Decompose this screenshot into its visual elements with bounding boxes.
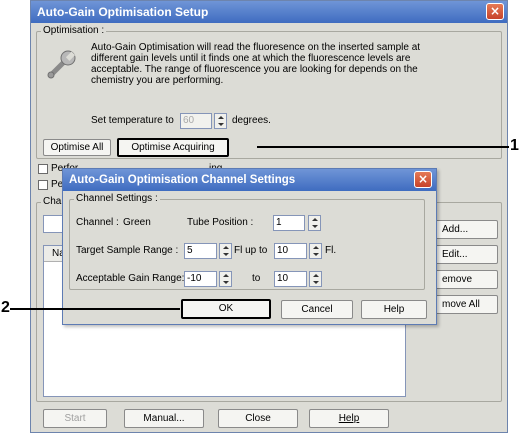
channel-value: Green	[123, 217, 151, 228]
description-text: Auto-Gain Optimisation will read the flu…	[91, 42, 421, 86]
fl-label: Fl.	[325, 245, 337, 256]
callout-1: 1	[510, 137, 519, 154]
manual-button[interactable]: Manual...	[124, 409, 204, 428]
target-max-field[interactable]: 10	[274, 243, 307, 259]
channel-help-button[interactable]: Help	[361, 300, 427, 319]
target-range-label: Target Sample Range :	[76, 245, 179, 256]
channel-label: Channel :	[76, 217, 119, 228]
target-max-spinner[interactable]	[309, 243, 322, 259]
close-button[interactable]: Close	[218, 409, 298, 428]
perform-checkbox-1[interactable]	[38, 164, 48, 174]
gain-min-field[interactable]: -10	[184, 271, 217, 287]
callout-line-1	[257, 146, 509, 148]
channel-dialog-title: Auto-Gain Optimisation Channel Settings	[63, 169, 436, 191]
gain-range-label: Acceptable Gain Range:	[76, 273, 185, 284]
temperature-spinner[interactable]	[214, 113, 227, 129]
degrees-label: degrees.	[232, 115, 271, 126]
target-min-field[interactable]: 5	[184, 243, 217, 259]
tube-position-field[interactable]: 1	[273, 215, 305, 231]
ok-button[interactable]: OK	[181, 299, 271, 319]
fl-up-to-label: Fl up to	[234, 245, 268, 256]
add-button[interactable]: Add...	[433, 220, 498, 239]
tube-position-spinner[interactable]	[308, 215, 321, 231]
optimise-acquiring-button[interactable]: Optimise Acquiring	[117, 138, 229, 157]
remove-all-button[interactable]: move All	[433, 295, 498, 314]
callout-line-2	[10, 308, 180, 310]
callout-2: 2	[1, 299, 10, 316]
help-button[interactable]: Help	[309, 409, 389, 428]
channel-settings-inner-legend: Channel Settings :	[74, 193, 160, 204]
gain-min-spinner[interactable]	[219, 271, 232, 287]
cancel-button[interactable]: Cancel	[281, 300, 353, 319]
to-label: to	[252, 273, 261, 284]
close-icon[interactable]: ×	[486, 3, 504, 20]
channel-settings-dialog: Auto-Gain Optimisation Channel Settings …	[62, 168, 437, 325]
gain-max-spinner[interactable]	[309, 271, 322, 287]
tube-position-label: Tube Position :	[187, 217, 254, 228]
set-temperature-label: Set temperature to	[91, 115, 174, 126]
target-min-spinner[interactable]	[219, 243, 232, 259]
start-button[interactable]: Start	[43, 409, 107, 428]
edit-button[interactable]: Edit...	[433, 245, 498, 264]
temperature-field[interactable]: 60	[180, 113, 212, 129]
channel-dialog-close-icon[interactable]: ×	[414, 171, 432, 188]
optimise-all-button[interactable]: Optimise All	[43, 139, 111, 156]
remove-button[interactable]: emove	[433, 270, 498, 289]
perform-checkbox-2[interactable]	[38, 180, 48, 190]
gain-max-field[interactable]: 10	[274, 271, 307, 287]
optimisation-legend: Optimisation :	[41, 25, 107, 36]
wrench-icon	[47, 50, 76, 79]
dialog-title: Auto-Gain Optimisation Setup	[31, 1, 507, 23]
